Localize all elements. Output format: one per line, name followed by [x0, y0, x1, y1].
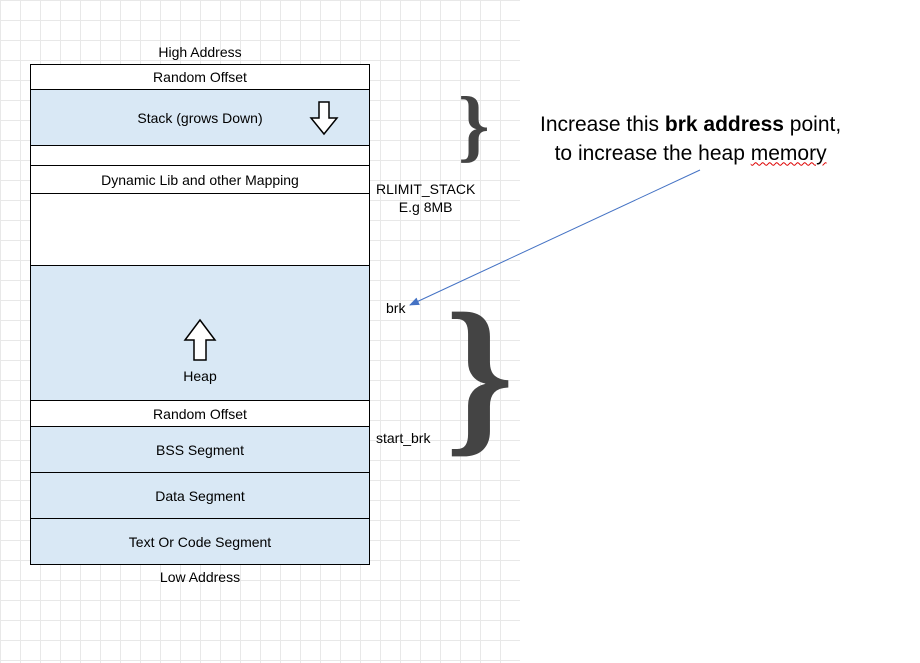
arrow-down-icon [309, 100, 339, 136]
brace-stack-icon: } [458, 94, 490, 158]
heap-text: Heap [183, 368, 216, 384]
annotation-line2b: memory [751, 142, 827, 165]
segment-bss: BSS Segment [30, 427, 370, 473]
pointer-arrow-icon [400, 165, 720, 315]
annotation-line2a: to increase the heap [555, 142, 751, 165]
segment-stack: Stack (grows Down) [30, 90, 370, 146]
dynlib-text: Dynamic Lib and other Mapping [101, 172, 299, 188]
text-code-text: Text Or Code Segment [129, 534, 271, 550]
arrow-up-icon [183, 318, 217, 362]
annotation-text: Increase this brk address point, to incr… [540, 110, 841, 169]
segment-dynamic-lib: Dynamic Lib and other Mapping [30, 166, 370, 194]
segment-data: Data Segment [30, 473, 370, 519]
memory-layout-diagram: High Address Random Offset Stack (grows … [30, 40, 370, 589]
high-address-label: High Address [30, 40, 370, 64]
random-offset-top-text: Random Offset [153, 69, 247, 85]
segment-stack-gap [30, 146, 370, 166]
segment-empty-mapping [30, 194, 370, 266]
annotation-part2: point, [784, 113, 841, 136]
stack-text: Stack (grows Down) [137, 110, 262, 126]
segment-random-offset-bottom: Random Offset [30, 401, 370, 427]
brace-heap-icon: } [445, 300, 514, 449]
data-text: Data Segment [155, 488, 245, 504]
annotation-part1: Increase this [540, 113, 665, 136]
segment-heap: Heap [30, 266, 370, 401]
segment-text-code: Text Or Code Segment [30, 519, 370, 565]
segment-random-offset-top: Random Offset [30, 64, 370, 90]
low-address-label: Low Address [30, 565, 370, 589]
bss-text: BSS Segment [156, 442, 244, 458]
random-offset-bottom-text: Random Offset [153, 406, 247, 422]
annotation-bold: brk address [665, 113, 784, 136]
start-brk-label: start_brk [376, 430, 430, 446]
